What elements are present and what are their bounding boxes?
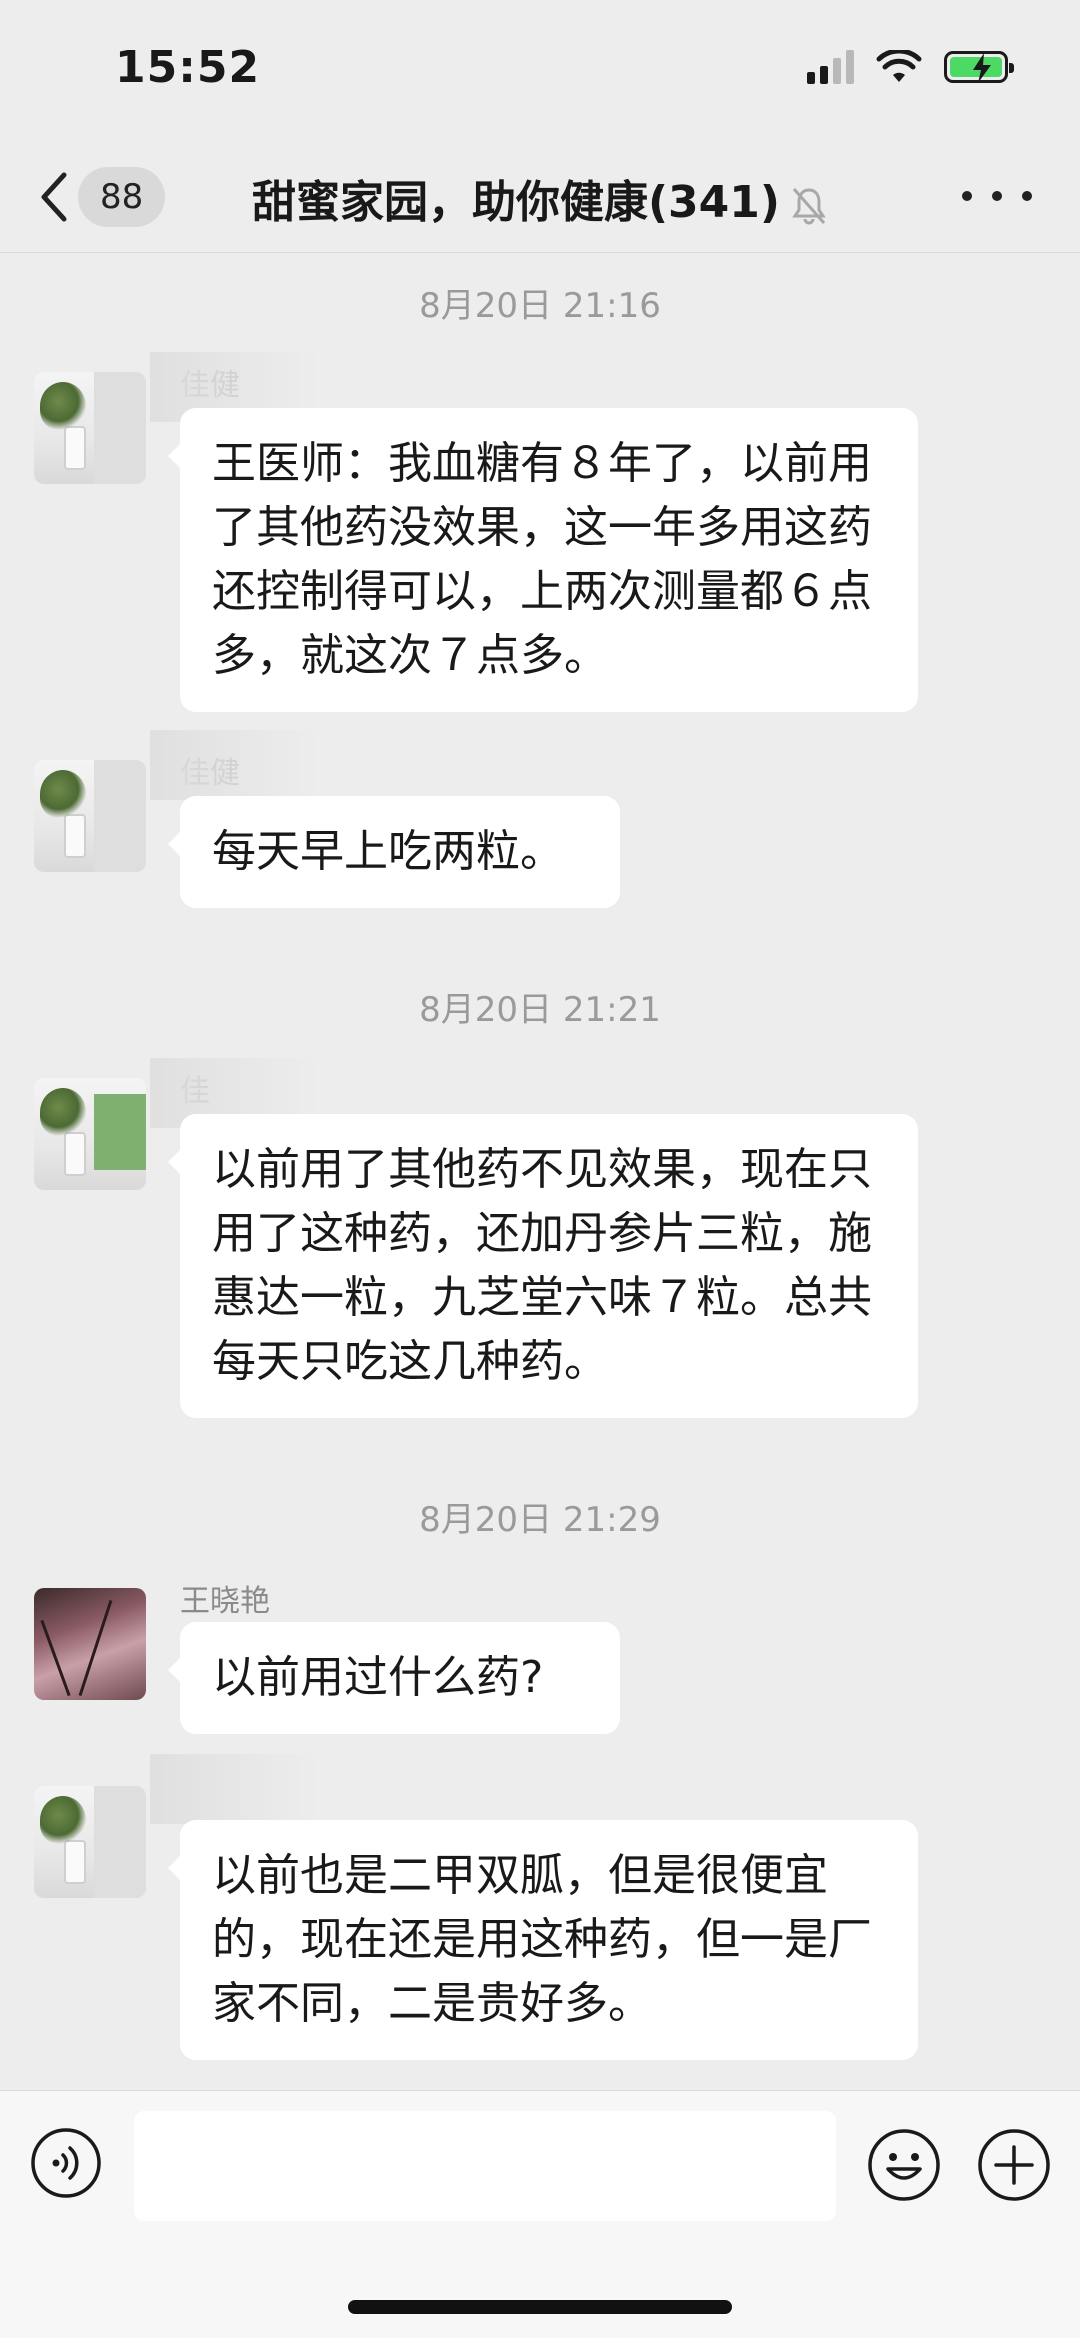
chat-title: 甜蜜家园，助你健康(341) bbox=[251, 177, 781, 228]
avatar[interactable] bbox=[34, 1078, 146, 1190]
battery-icon bbox=[944, 51, 1014, 83]
avatar[interactable] bbox=[34, 1588, 146, 1700]
message-bubble[interactable]: 以前用了其他药不见效果，现在只用了这种药，还加丹参片三粒，施惠达一粒，九芝堂六味… bbox=[168, 1114, 918, 1418]
bell-slash-icon bbox=[792, 188, 826, 225]
blurred-name-overlay bbox=[150, 1754, 320, 1824]
emoji-icon[interactable] bbox=[866, 2127, 942, 2203]
chat-header: 88 甜蜜家园，助你健康(341) bbox=[0, 140, 1080, 253]
sender-name: 王晓艳 bbox=[180, 1584, 270, 1619]
cellular-signal-icon bbox=[807, 50, 854, 84]
message-timestamp: 8月20日 21:16 bbox=[419, 286, 661, 326]
message-bubble[interactable]: 以前也是二甲双胍，但是很便宜的，现在还是用这种药，但一是厂家不同，二是贵好多。 bbox=[168, 1820, 918, 2060]
status-bar: 15:52 bbox=[0, 0, 1080, 140]
home-indicator[interactable] bbox=[348, 2300, 732, 2314]
wifi-icon bbox=[876, 50, 922, 82]
blurred-name-overlay bbox=[150, 730, 320, 800]
status-time: 15:52 bbox=[115, 42, 261, 93]
chat-title-container: 甜蜜家园，助你健康(341) bbox=[0, 166, 1080, 230]
avatar[interactable] bbox=[34, 760, 146, 872]
plus-circle-icon[interactable] bbox=[976, 2127, 1052, 2203]
message-bubble[interactable]: 每天早上吃两粒。 bbox=[168, 796, 620, 908]
message-bubble[interactable]: 王医师：我血糖有８年了，以前用了其他药没效果，这一年多用这药还控制得可以，上两次… bbox=[168, 408, 918, 712]
voice-icon[interactable] bbox=[30, 2127, 102, 2199]
message-timestamp: 8月20日 21:29 bbox=[419, 1500, 661, 1540]
message-input[interactable] bbox=[134, 2111, 836, 2221]
status-icons bbox=[807, 50, 1014, 84]
message-bubble[interactable]: 以前用过什么药? bbox=[168, 1622, 620, 1734]
message-timestamp: 8月20日 21:21 bbox=[419, 990, 661, 1030]
avatar[interactable] bbox=[34, 372, 146, 484]
avatar[interactable] bbox=[34, 1786, 146, 1898]
more-dots-icon[interactable] bbox=[962, 176, 1032, 216]
